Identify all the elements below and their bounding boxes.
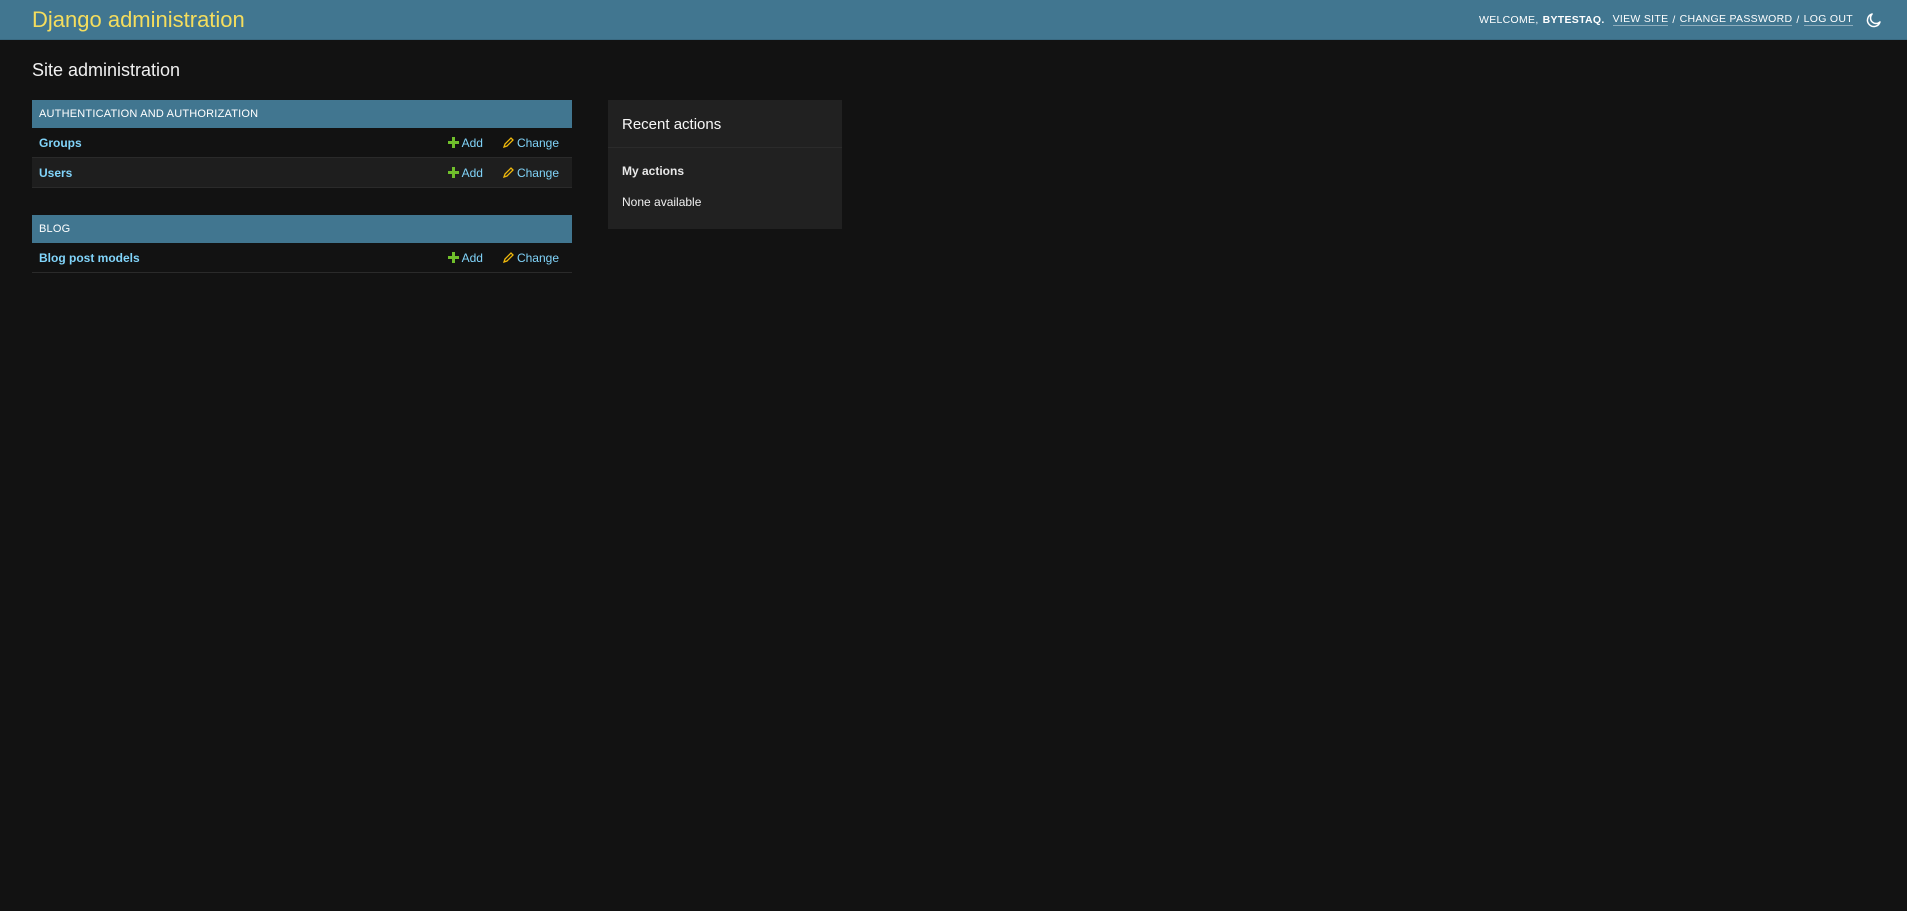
plus-icon: [447, 252, 459, 263]
model-link-groups[interactable]: Groups: [39, 136, 428, 150]
pencil-icon: [502, 167, 514, 178]
app-module-auth: Authentication and Authorization Groups …: [32, 100, 572, 188]
page-title: Site administration: [32, 60, 181, 80]
add-label: Add: [461, 135, 483, 150]
log-out-link[interactable]: Log out: [1803, 13, 1853, 26]
app-caption[interactable]: Authentication and Authorization: [32, 100, 572, 128]
change-label: Change: [516, 135, 559, 150]
content: Site administration Authentication and A…: [0, 40, 1907, 320]
username: BYTESTAQ.: [1542, 13, 1605, 26]
change-button[interactable]: Change: [502, 165, 559, 180]
model-row-users: Users Add Change: [32, 158, 572, 188]
app-list: Authentication and Authorization Groups …: [32, 100, 572, 300]
header: Django administration Welcome, BYTESTAQ.…: [0, 0, 1907, 40]
plus-icon: [447, 137, 459, 148]
app-module-blog: Blog Blog post models Add Change: [32, 215, 572, 273]
view-site-link[interactable]: View site: [1612, 13, 1669, 26]
separator: /: [1672, 13, 1676, 26]
recent-actions-title: Recent actions: [608, 100, 842, 148]
add-button[interactable]: Add: [447, 165, 483, 180]
change-password-link[interactable]: Change password: [1679, 13, 1793, 26]
pencil-icon: [502, 252, 514, 263]
pencil-icon: [502, 137, 514, 148]
add-label: Add: [461, 250, 483, 265]
site-brand[interactable]: Django administration: [32, 7, 245, 33]
welcome-text: Welcome,: [1478, 13, 1539, 26]
main-area: Authentication and Authorization Groups …: [32, 100, 1875, 300]
my-actions-title: My actions: [622, 164, 685, 178]
user-tools: Welcome, BYTESTAQ. View site / Change pa…: [1479, 9, 1885, 31]
separator: /: [1796, 13, 1800, 26]
change-label: Change: [516, 165, 559, 180]
model-link-users[interactable]: Users: [39, 166, 428, 180]
plus-icon: [447, 167, 459, 178]
change-button[interactable]: Change: [502, 250, 559, 265]
model-row-blog-post-models: Blog post models Add Change: [32, 243, 572, 273]
recent-actions-panel: Recent actions My actions None available: [608, 100, 842, 229]
change-button[interactable]: Change: [502, 135, 559, 150]
add-button[interactable]: Add: [447, 250, 483, 265]
app-caption[interactable]: Blog: [32, 215, 572, 243]
model-row-groups: Groups Add Change: [32, 128, 572, 158]
moon-icon[interactable]: [1863, 9, 1885, 31]
change-label: Change: [516, 250, 559, 265]
model-link-blog-post-models[interactable]: Blog post models: [39, 251, 428, 265]
add-button[interactable]: Add: [447, 135, 483, 150]
add-label: Add: [461, 165, 483, 180]
none-available-text: None available: [622, 195, 702, 209]
